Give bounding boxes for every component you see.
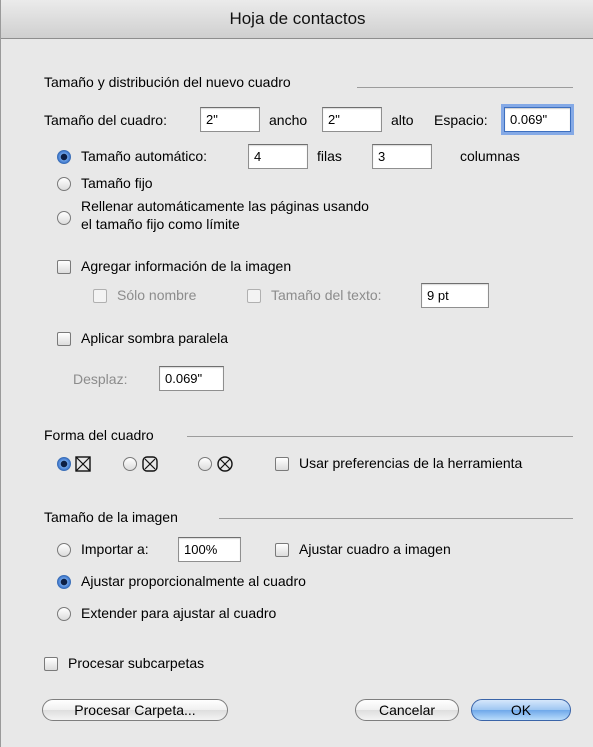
import-percent-input[interactable]: 100% <box>178 537 241 562</box>
process-folder-button[interactable]: Procesar Carpeta... <box>42 699 228 721</box>
cancel-button[interactable]: Cancelar <box>355 699 459 721</box>
import-at-radio[interactable] <box>57 543 71 557</box>
contact-sheet-dialog: Hoja de contactos Tamaño y distribución … <box>0 0 593 747</box>
autofill-label-line2: el tamaño fijo como límite <box>81 216 240 232</box>
use-tool-prefs-label: Usar preferencias de la herramienta <box>299 455 523 471</box>
fit-box-to-image-label: Ajustar cuadro a imagen <box>299 541 451 557</box>
section-title-layout: Tamaño y distribución del nuevo cuadro <box>44 74 291 90</box>
shape-rounded-radio[interactable] <box>123 457 137 471</box>
shape-oval-radio[interactable] <box>198 457 212 471</box>
width-label: ancho <box>269 112 308 128</box>
fit-proportional-radio[interactable] <box>57 575 71 589</box>
offset-label: Desplaz: <box>73 371 128 387</box>
rectangle-box-icon <box>75 456 91 472</box>
shape-rectangle-radio[interactable] <box>57 457 71 471</box>
section-divider <box>357 87 573 88</box>
use-tool-prefs-checkbox[interactable] <box>275 457 289 471</box>
rows-label: filas <box>317 148 342 164</box>
dialog-title: Hoja de contactos <box>1 0 593 39</box>
drop-shadow-checkbox[interactable] <box>57 332 71 346</box>
section-divider <box>187 436 573 437</box>
box-width-input[interactable]: 2" <box>200 107 260 132</box>
fixed-size-radio[interactable] <box>57 177 71 191</box>
auto-size-label: Tamaño automático: <box>81 148 208 164</box>
name-only-label: Sólo nombre <box>117 287 197 303</box>
spacing-label: Espacio: <box>434 112 488 128</box>
text-size-checkbox[interactable] <box>247 289 261 303</box>
text-size-label: Tamaño del texto: <box>271 287 382 303</box>
oval-box-icon <box>217 456 233 472</box>
columns-input[interactable]: 3 <box>372 144 432 169</box>
stretch-to-fit-label: Extender para ajustar al cuadro <box>81 605 277 621</box>
section-title-shape: Forma del cuadro <box>44 427 154 443</box>
add-image-info-checkbox[interactable] <box>57 260 71 274</box>
height-label: alto <box>391 112 414 128</box>
ok-button[interactable]: OK <box>471 699 571 721</box>
drop-shadow-label: Aplicar sombra paralela <box>81 330 229 346</box>
add-image-info-label: Agregar información de la imagen <box>81 258 292 274</box>
offset-input[interactable]: 0.069" <box>159 366 224 391</box>
name-only-checkbox[interactable] <box>93 289 107 303</box>
autofill-label-line1: Rellenar automáticamente las páginas usa… <box>81 198 369 214</box>
autofill-radio[interactable] <box>57 211 71 225</box>
rows-input[interactable]: 4 <box>248 144 308 169</box>
fixed-size-label: Tamaño fijo <box>81 175 153 191</box>
fit-proportional-label: Ajustar proporcionalmente al cuadro <box>81 573 306 589</box>
rounded-box-icon <box>142 456 158 472</box>
text-size-input[interactable]: 9 pt <box>421 283 489 308</box>
process-subfolders-checkbox[interactable] <box>44 657 58 671</box>
process-subfolders-label: Procesar subcarpetas <box>68 655 205 671</box>
columns-label: columnas <box>460 148 520 164</box>
box-height-input[interactable]: 2" <box>322 107 382 132</box>
section-divider <box>219 518 573 519</box>
fit-box-to-image-checkbox[interactable] <box>275 543 289 557</box>
spacing-input[interactable]: 0.069" <box>504 107 571 132</box>
section-title-image-size: Tamaño de la imagen <box>44 509 178 525</box>
import-at-label: Importar a: <box>81 541 149 557</box>
auto-size-radio[interactable] <box>57 150 71 164</box>
box-size-label: Tamaño del cuadro: <box>44 112 167 128</box>
stretch-to-fit-radio[interactable] <box>57 607 71 621</box>
